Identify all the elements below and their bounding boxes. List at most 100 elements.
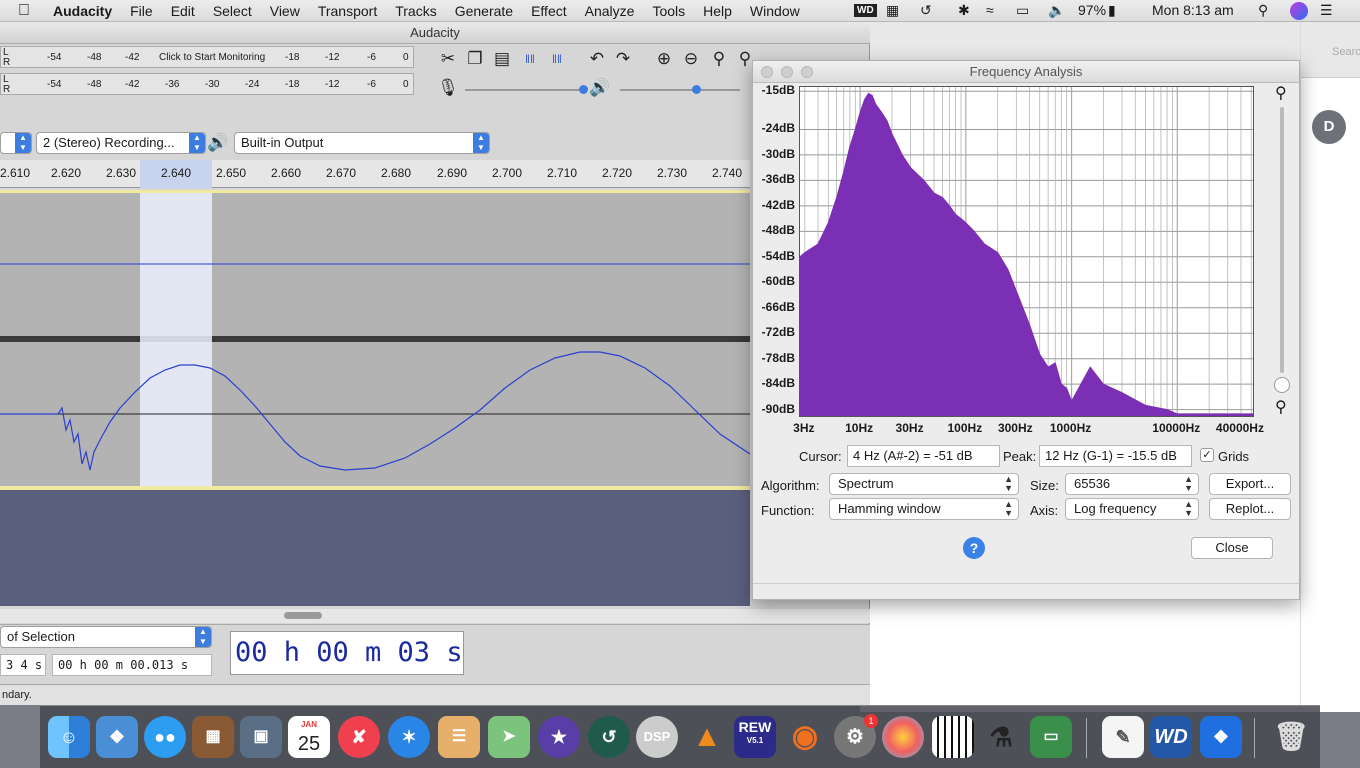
menu-window[interactable]: Window	[741, 3, 809, 19]
menu-view[interactable]: View	[261, 3, 309, 19]
dock-wd[interactable]: WD	[1150, 716, 1192, 758]
trim-icon[interactable]: ‖‖	[518, 47, 542, 71]
app-menu[interactable]: Audacity	[44, 3, 121, 19]
dock-calendar[interactable]: JAN 25	[288, 716, 330, 758]
zoom-out-icon[interactable]: ⚲	[1275, 397, 1287, 417]
notification-center-icon[interactable]: ☰	[1320, 2, 1333, 19]
menu-file[interactable]: File	[121, 3, 162, 19]
dock-trash[interactable]: 🗑	[1270, 716, 1312, 758]
menu-transport[interactable]: Transport	[309, 3, 386, 19]
waveform-display[interactable]	[0, 190, 750, 490]
dock-calculator[interactable]: ▦	[192, 716, 234, 758]
recording-device-select[interactable]: ▲ ▼	[0, 132, 32, 154]
dock-time-machine[interactable]: ↺	[588, 716, 630, 758]
wifi-icon[interactable]: ≈	[986, 2, 994, 18]
fit-selection-icon[interactable]: ⚲	[707, 47, 731, 71]
dock-photos[interactable]	[882, 716, 924, 758]
dock-vlc[interactable]: ▲	[686, 716, 728, 758]
monitor-hint[interactable]: Click to Start Monitoring	[159, 52, 265, 63]
siri-icon[interactable]	[1290, 2, 1308, 20]
horizontal-scrollbar[interactable]	[0, 609, 870, 623]
recording-volume-slider[interactable]	[465, 85, 588, 94]
size-select[interactable]: 65536 ▲ ▼	[1065, 473, 1199, 495]
selection-end-field[interactable]: 00 h 00 m 00.013 s	[52, 654, 212, 676]
dock-preview[interactable]: ❖	[96, 716, 138, 758]
dock-maps[interactable]: ➤	[488, 716, 530, 758]
algorithm-select[interactable]: Spectrum ▲ ▼	[829, 473, 1019, 495]
dock-news[interactable]: ✘	[338, 716, 380, 758]
export-button[interactable]: Export...	[1209, 473, 1291, 495]
recording-meter[interactable]: L R -54 -48 -42 Click to Start Monitorin…	[0, 46, 414, 68]
time-display[interactable]: 00 h 00 m 03 s	[230, 631, 464, 675]
menu-analyze[interactable]: Analyze	[576, 3, 644, 19]
menu-effect[interactable]: Effect	[522, 3, 576, 19]
function-select[interactable]: Hamming window ▲ ▼	[829, 498, 1019, 520]
copy-icon[interactable]: ❐	[463, 47, 487, 71]
wd-status-icon[interactable]: WD	[854, 4, 877, 17]
timeline-ruler[interactable]: 2.610 2.620 2.630 2.640 2.650 2.660 2.67…	[0, 160, 750, 188]
spectrum-plot-area[interactable]	[799, 86, 1254, 417]
dock-screen[interactable]: ▭	[1030, 716, 1072, 758]
dock-audacity[interactable]: ◉	[784, 716, 826, 758]
battery-percent[interactable]: 97%	[1078, 2, 1106, 18]
axis-select[interactable]: Log frequency ▲ ▼	[1065, 498, 1199, 520]
menu-tools[interactable]: Tools	[643, 3, 694, 19]
dock-archive[interactable]: ☰	[438, 716, 480, 758]
minimize-window-icon[interactable]	[781, 66, 793, 78]
playback-volume-slider[interactable]	[620, 85, 740, 94]
vertical-zoom-thumb[interactable]	[1274, 377, 1290, 393]
silence-icon[interactable]: ‖‖	[545, 47, 569, 71]
output-device-select[interactable]: Built-in Output ▲ ▼	[234, 132, 490, 154]
spotlight-icon[interactable]: ⚲	[1258, 2, 1268, 19]
recording-channels-select[interactable]: 2 (Stereo) Recording... ▲ ▼	[36, 132, 206, 154]
dock-imovie[interactable]: ★	[538, 716, 580, 758]
undo-icon[interactable]: ↶	[585, 47, 609, 71]
dock-dropbox[interactable]: ❖	[1200, 716, 1242, 758]
apple-icon[interactable]: 	[0, 2, 44, 20]
avatar[interactable]: D	[1312, 110, 1346, 144]
redo-icon[interactable]: ↷	[611, 47, 635, 71]
vertical-zoom-track[interactable]	[1280, 107, 1284, 373]
peak-value-field[interactable]: 12 Hz (G-1) = -15.5 dB	[1039, 445, 1192, 467]
selection-start-field[interactable]: 3 4 s	[0, 654, 46, 676]
menu-generate[interactable]: Generate	[446, 3, 522, 19]
playback-meter[interactable]: L R -54 -48 -42 -36 -30 -24 -18 -12 -6 0	[0, 73, 414, 95]
zoom-window-icon[interactable]	[801, 66, 813, 78]
zoom-out-icon[interactable]: ⊖	[679, 47, 703, 71]
close-window-icon[interactable]	[761, 66, 773, 78]
dock-image-capture[interactable]: ▣	[240, 716, 282, 758]
slider-thumb[interactable]	[692, 85, 701, 94]
time-machine-icon[interactable]: ↺	[920, 2, 932, 19]
dock-messages[interactable]: ●●	[144, 716, 186, 758]
zoom-in-icon[interactable]: ⊕	[652, 47, 676, 71]
selection-mode-select[interactable]: of Selection ▲ ▼	[0, 626, 212, 648]
dock-dsp[interactable]: DSP	[636, 716, 678, 758]
slider-thumb[interactable]	[579, 85, 588, 94]
cursor-value-field[interactable]: 4 Hz (A#-2) = -51 dB	[847, 445, 1000, 467]
dock-microscope[interactable]: ⚗	[980, 716, 1022, 758]
help-icon[interactable]: ?	[963, 537, 985, 559]
airplay-icon[interactable]: ▭	[1016, 2, 1029, 19]
dock-rew[interactable]: REW V5.1	[734, 716, 776, 758]
scrollbar-thumb[interactable]	[284, 612, 322, 619]
menu-edit[interactable]: Edit	[162, 3, 204, 19]
drive-status-icon[interactable]: ▦	[886, 2, 899, 19]
close-button[interactable]: Close	[1191, 537, 1273, 559]
volume-icon[interactable]: 🔈	[1048, 2, 1065, 19]
menu-select[interactable]: Select	[204, 3, 261, 19]
replot-button[interactable]: Replot...	[1209, 498, 1291, 520]
dock-finder[interactable]: ☺	[48, 716, 90, 758]
menu-tracks[interactable]: Tracks	[386, 3, 445, 19]
track-area[interactable]	[0, 190, 750, 490]
zoom-in-icon[interactable]: ⚲	[1275, 83, 1287, 103]
clock[interactable]: Mon 8:13 am	[1152, 2, 1234, 18]
battery-icon[interactable]: ▮	[1108, 2, 1116, 19]
menu-help[interactable]: Help	[694, 3, 741, 19]
dock-textedit[interactable]: ✎	[1102, 716, 1144, 758]
dock-safari[interactable]: ✶	[388, 716, 430, 758]
cut-icon[interactable]: ✂	[436, 47, 460, 71]
grids-checkbox[interactable]: ✓	[1200, 448, 1214, 462]
dock-piano[interactable]	[932, 716, 974, 758]
empty-track-area[interactable]	[0, 490, 750, 606]
paste-icon[interactable]: ▤	[490, 47, 514, 71]
